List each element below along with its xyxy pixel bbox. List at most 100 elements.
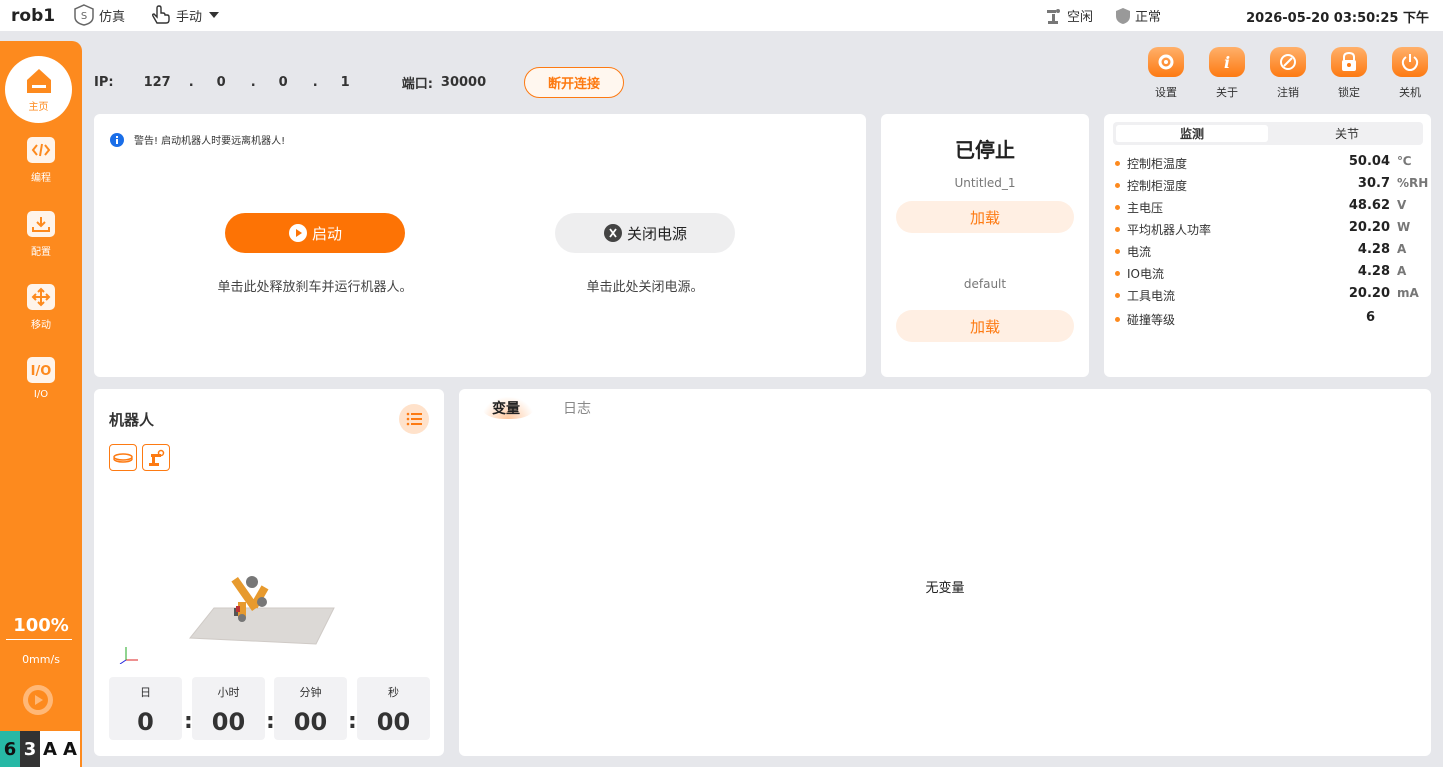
timer-days-label: 日 bbox=[140, 686, 151, 699]
robot-view-button[interactable] bbox=[142, 444, 170, 471]
control-panel: 警告! 启动机器人时要远离机器人! 启动 单击此处释放刹车并运行机器人。 关闭电… bbox=[94, 114, 866, 377]
settings-button[interactable]: 设置 bbox=[1146, 47, 1186, 100]
monitor-row: 主电压 48.62 V bbox=[1115, 198, 1415, 216]
list-icon bbox=[406, 412, 422, 426]
start-label: 启动 bbox=[311, 224, 342, 243]
monitor-row: 平均机器人功率 20.20 W bbox=[1115, 220, 1415, 238]
load-program-button[interactable]: 加载 bbox=[896, 201, 1074, 233]
monitor-value: 20.20 bbox=[1348, 286, 1390, 301]
speed-mm: 0mm/s bbox=[22, 653, 60, 666]
monitor-value: 20.20 bbox=[1348, 220, 1390, 235]
monitor-label: 平均机器人功率 bbox=[1127, 223, 1212, 237]
sidebar-item-io[interactable]: I/O I/O bbox=[0, 357, 82, 400]
monitor-row: 控制柜温度 50.04 ℃ bbox=[1115, 154, 1415, 172]
monitor-value: 50.04 bbox=[1348, 154, 1390, 169]
port-label: 端口: bbox=[401, 76, 433, 92]
monitor-label: 工具电流 bbox=[1127, 289, 1176, 303]
simulation-indicator[interactable]: S 仿真 bbox=[73, 4, 125, 26]
monitor-label: 碰撞等级 bbox=[1127, 313, 1176, 327]
timer-hours-label: 小时 bbox=[217, 686, 240, 699]
speed-percent[interactable]: 100% bbox=[0, 615, 82, 636]
robot-arm-icon bbox=[149, 449, 165, 466]
monitor-unit: %RH bbox=[1397, 176, 1429, 190]
program-panel: 已停止 Untitled_1 加载 default 加载 bbox=[881, 114, 1089, 377]
tab-variables[interactable]: 变量 bbox=[492, 398, 520, 418]
monitor-row: 电流 4.28 A bbox=[1115, 242, 1415, 260]
lock-label: 锁定 bbox=[1338, 86, 1360, 99]
simulation-label: 仿真 bbox=[99, 9, 126, 25]
lock-button[interactable]: 锁定 bbox=[1329, 47, 1369, 100]
robot-panel: 机器人 日 0 : 小时 00 : 分钟 00 : 秒 00 bbox=[94, 389, 444, 756]
platform-icon bbox=[113, 452, 133, 463]
variables-panel: 变量 日志 无变量 bbox=[459, 389, 1431, 756]
monitor-label: 主电压 bbox=[1127, 201, 1164, 215]
logout-icon bbox=[1270, 47, 1306, 77]
monitor-label: 控制柜湿度 bbox=[1127, 179, 1188, 193]
safety-status-label: 正常 bbox=[1135, 10, 1162, 25]
monitor-row: IO电流 4.28 A bbox=[1115, 264, 1415, 282]
timer-separator: : bbox=[348, 709, 357, 734]
io-icon: I/O bbox=[27, 357, 55, 383]
robot-name: rob1 bbox=[11, 5, 56, 26]
monitor-value: 4.28 bbox=[1357, 264, 1390, 279]
warning-text: 警告! 启动机器人时要远离机器人! bbox=[134, 136, 286, 147]
base-view-button[interactable] bbox=[109, 444, 137, 471]
monitor-row: 控制柜湿度 30.7 %RH bbox=[1115, 176, 1428, 194]
robot-panel-title: 机器人 bbox=[109, 411, 155, 429]
sidebar-item-move-label: 移动 bbox=[31, 320, 51, 331]
monitor-unit: ℃ bbox=[1397, 154, 1412, 168]
robot-3d-view[interactable] bbox=[114, 564, 354, 664]
power-off-icon bbox=[603, 224, 622, 242]
about-label: 关于 bbox=[1216, 86, 1238, 99]
ip-dot: . bbox=[312, 74, 318, 90]
home-icon bbox=[26, 68, 51, 93]
mode-dropdown[interactable]: 手动 bbox=[150, 5, 225, 25]
about-button[interactable]: i 关于 bbox=[1207, 47, 1247, 100]
hand-icon bbox=[151, 5, 170, 24]
timer-minutes-value: 00 bbox=[293, 708, 328, 736]
shutdown-button[interactable]: 关机 bbox=[1390, 47, 1430, 100]
sidebar-item-config[interactable]: 配置 bbox=[0, 211, 82, 258]
ip-part-4[interactable]: 1 bbox=[341, 75, 350, 90]
power-off-label: 关闭电源 bbox=[626, 224, 687, 243]
power-off-button[interactable]: 关闭电源 bbox=[555, 213, 735, 253]
datetime: 2026-05-20 03:50:25 下午 bbox=[1246, 11, 1429, 26]
port-value[interactable]: 30000 bbox=[441, 75, 486, 90]
sidebar-item-io-label: I/O bbox=[33, 389, 49, 400]
monitor-row: 碰撞等级 6 bbox=[1115, 310, 1415, 328]
timer-hours: 小时 00 bbox=[192, 677, 265, 740]
start-hint: 单击此处释放刹车并运行机器人。 bbox=[217, 280, 413, 295]
sidebar-item-config-label: 配置 bbox=[31, 247, 51, 258]
tab-log[interactable]: 日志 bbox=[563, 398, 591, 418]
monitor-unit: W bbox=[1397, 220, 1411, 234]
sidebar-item-programming-label: 编程 bbox=[31, 173, 51, 184]
settings-label: 设置 bbox=[1155, 86, 1177, 99]
sidebar-item-move[interactable]: 移动 bbox=[0, 284, 82, 331]
tab-joints[interactable]: 关节 bbox=[1271, 122, 1423, 145]
power-icon bbox=[1392, 47, 1428, 77]
robot-menu-button[interactable] bbox=[399, 404, 429, 434]
sidebar-item-home[interactable]: 主页 bbox=[5, 56, 72, 123]
sidebar: 主页 编程 配置 移动 I/O I/O 100% 0mm/s bbox=[0, 41, 82, 767]
timer-days: 日 0 bbox=[109, 677, 182, 740]
tab-monitor[interactable]: 监测 bbox=[1116, 125, 1268, 142]
ip-part-1[interactable]: 127 bbox=[144, 75, 171, 90]
warning-message: 警告! 启动机器人时要远离机器人! bbox=[110, 132, 285, 147]
info-icon: i bbox=[1209, 47, 1245, 77]
svg-text:i: i bbox=[1224, 53, 1230, 72]
sidebar-item-home-label: 主页 bbox=[28, 101, 49, 113]
badge-2: 3 bbox=[20, 731, 40, 767]
run-program-button[interactable] bbox=[23, 685, 53, 715]
ip-part-2[interactable]: 0 bbox=[217, 75, 226, 90]
load-config-button[interactable]: 加载 bbox=[896, 310, 1074, 342]
disconnect-button[interactable]: 断开连接 bbox=[524, 67, 624, 98]
gear-icon bbox=[1148, 47, 1184, 77]
svg-text:I/O: I/O bbox=[31, 364, 52, 378]
monitor-label: 电流 bbox=[1127, 245, 1152, 259]
info-icon bbox=[110, 132, 124, 147]
start-button[interactable]: 启动 bbox=[225, 213, 405, 253]
ip-part-3[interactable]: 0 bbox=[279, 75, 288, 90]
play-icon bbox=[28, 690, 48, 710]
logout-button[interactable]: 注销 bbox=[1268, 47, 1308, 100]
sidebar-item-programming[interactable]: 编程 bbox=[0, 137, 82, 184]
